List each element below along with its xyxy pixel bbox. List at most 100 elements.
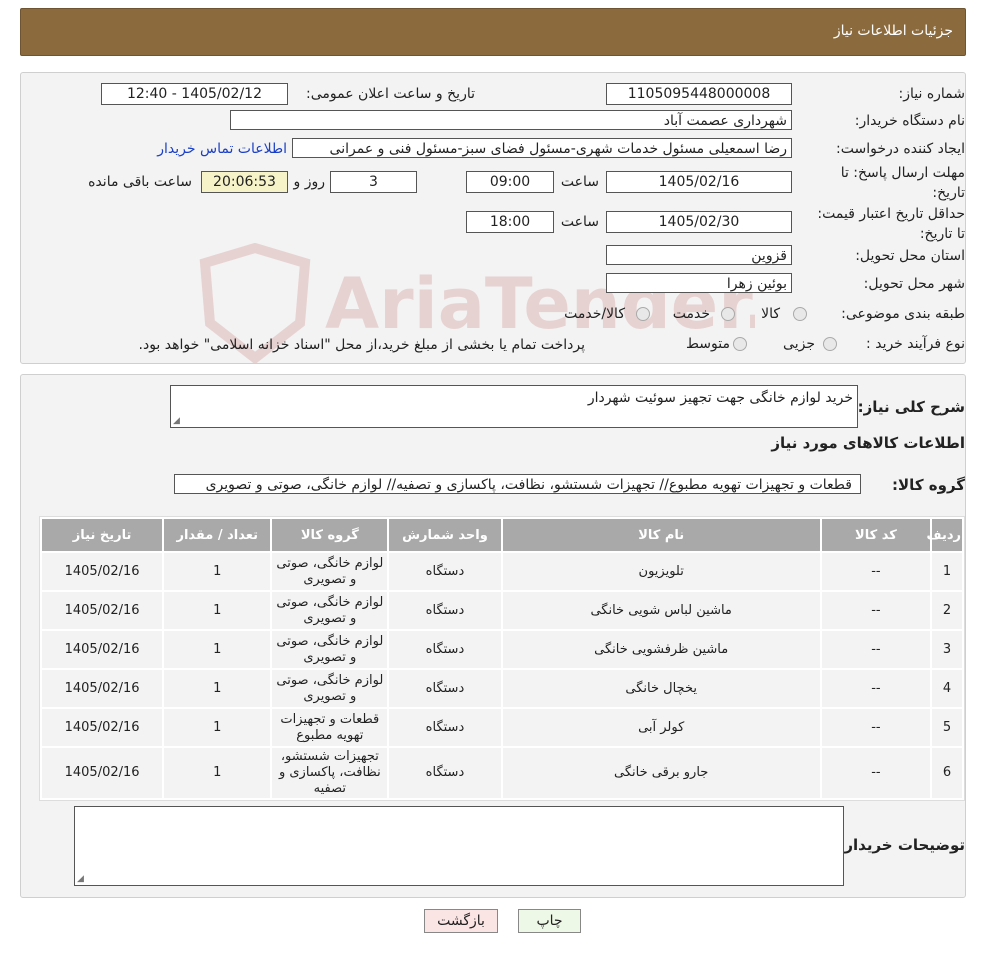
cell-name: ماشین لباس شویی خانگی — [502, 592, 820, 629]
back-button[interactable]: بازگشت — [424, 909, 498, 933]
category-option-goods-service: کالا/خدمت — [564, 306, 625, 322]
cell-row-number: 6 — [931, 748, 962, 798]
cell-unit: دستگاه — [389, 709, 501, 746]
cell-group: تجهیزات شستشو، نظافت، پاکسازی و تصفیه — [272, 748, 388, 798]
cell-row-number: 5 — [931, 709, 962, 746]
city-label: شهر محل تحویل: — [863, 276, 965, 292]
resize-handle-icon[interactable]: ◢ — [77, 874, 84, 884]
resize-handle-icon[interactable]: ◢ — [173, 416, 180, 426]
buyer-notes-label: توضیحات خریدار: — [838, 836, 965, 854]
cell-date: 1405/02/16 — [42, 670, 163, 707]
table-row: 4 -- یخچال خانگی دستگاه لوازم خانگی، صوت… — [42, 670, 962, 707]
cell-quantity: 1 — [164, 748, 271, 798]
deadline-label: مهلت ارسال پاسخ: تا تاریخ: — [840, 165, 965, 201]
table-row: 2 -- ماشین لباس شویی خانگی دستگاه لوازم … — [42, 592, 962, 629]
col-header-unit: واحد شمارش — [389, 519, 501, 551]
cell-code: -- — [821, 631, 930, 668]
cell-code: -- — [821, 748, 930, 798]
days-field: 3 — [330, 171, 417, 193]
cell-name: کولر آبی — [502, 709, 820, 746]
table-row: 1 -- تلویزیون دستگاه لوازم خانگی، صوتی و… — [42, 553, 962, 590]
category-label: طبقه بندی موضوعی: — [841, 306, 965, 322]
cell-name: ماشین ظرفشویی خانگی — [502, 631, 820, 668]
category-radio-goods[interactable] — [793, 307, 807, 321]
goods-table: ردیف کد کالا نام کالا واحد شمارش گروه کا… — [39, 516, 965, 801]
cell-date: 1405/02/16 — [42, 553, 163, 590]
remaining-time-field: 20:06:53 — [201, 171, 288, 193]
cell-unit: دستگاه — [389, 670, 501, 707]
goods-group-field: قطعات و تجهیزات تهویه مطبوع// تجهیزات شس… — [174, 474, 861, 494]
requester-field: رضا اسمعیلی مسئول خدمات شهری-مسئول فضای … — [292, 138, 792, 158]
cell-quantity: 1 — [164, 709, 271, 746]
cell-name: جارو برقی خانگی — [502, 748, 820, 798]
cell-code: -- — [821, 592, 930, 629]
announce-label: تاریخ و ساعت اعلان عمومی: — [306, 86, 475, 102]
description-field: خرید لوازم خانگی جهت تجهیز سوئیت شهردار … — [170, 385, 858, 428]
category-radio-goods-service[interactable] — [636, 307, 650, 321]
need-number-field: 1105095448000008 — [606, 83, 792, 105]
cell-row-number: 4 — [931, 670, 962, 707]
cell-date: 1405/02/16 — [42, 748, 163, 798]
cell-group: لوازم خانگی، صوتی و تصویری — [272, 553, 388, 590]
buyer-notes-field[interactable]: ◢ — [74, 806, 844, 886]
remaining-label: ساعت باقی مانده — [88, 174, 192, 190]
validity-hour-label: ساعت — [560, 214, 599, 230]
cell-code: -- — [821, 709, 930, 746]
process-radio-minor[interactable] — [823, 337, 837, 351]
cell-name: تلویزیون — [502, 553, 820, 590]
cell-row-number: 1 — [931, 553, 962, 590]
cell-name: یخچال خانگی — [502, 670, 820, 707]
cell-quantity: 1 — [164, 670, 271, 707]
table-row: 6 -- جارو برقی خانگی دستگاه تجهیزات شستش… — [42, 748, 962, 798]
category-option-goods: کالا — [761, 306, 780, 322]
cell-group: لوازم خانگی، صوتی و تصویری — [272, 592, 388, 629]
cell-row-number: 2 — [931, 592, 962, 629]
cell-unit: دستگاه — [389, 592, 501, 629]
category-option-service: خدمت — [672, 306, 710, 322]
cell-unit: دستگاه — [389, 631, 501, 668]
province-label: استان محل تحویل: — [855, 248, 965, 264]
cell-unit: دستگاه — [389, 748, 501, 798]
contact-info-link[interactable]: اطلاعات تماس خریدار — [157, 141, 287, 157]
process-option-medium: متوسط — [686, 336, 730, 352]
process-radio-medium[interactable] — [733, 337, 747, 351]
col-header-date: تاریخ نیاز — [42, 519, 163, 551]
process-label: نوع فرآیند خرید : — [866, 336, 965, 352]
cell-unit: دستگاه — [389, 553, 501, 590]
table-row: 3 -- ماشین ظرفشویی خانگی دستگاه لوازم خا… — [42, 631, 962, 668]
deadline-time-field: 09:00 — [466, 171, 554, 193]
col-header-row-number: ردیف — [926, 519, 962, 551]
col-header-code: کد کالا — [821, 519, 930, 551]
deadline-hour-label: ساعت — [560, 174, 599, 190]
city-field: بوئین زهرا — [606, 273, 792, 293]
cell-quantity: 1 — [164, 592, 271, 629]
col-header-name: نام کالا — [502, 519, 820, 551]
cell-quantity: 1 — [164, 631, 271, 668]
description-text: خرید لوازم خانگی جهت تجهیز سوئیت شهردار — [587, 390, 853, 406]
payment-note: پرداخت تمام یا بخشی از مبلغ خرید،از محل … — [138, 337, 585, 353]
print-button[interactable]: چاپ — [518, 909, 581, 933]
category-radio-service[interactable] — [721, 307, 735, 321]
validity-time-field: 18:00 — [466, 211, 554, 233]
validity-date-field: 1405/02/30 — [606, 211, 792, 233]
announce-field: 1405/02/12 - 12:40 — [101, 83, 288, 105]
cell-quantity: 1 — [164, 553, 271, 590]
cell-date: 1405/02/16 — [42, 592, 163, 629]
cell-group: قطعات و تجهیزات تهویه مطبوع — [272, 709, 388, 746]
buyer-org-field: شهرداری عصمت آباد — [230, 110, 792, 130]
cell-group: لوازم خانگی، صوتی و تصویری — [272, 631, 388, 668]
cell-group: لوازم خانگی، صوتی و تصویری — [272, 670, 388, 707]
deadline-date-field: 1405/02/16 — [606, 171, 792, 193]
page-header: جزئیات اطلاعات نیاز — [20, 8, 966, 56]
need-number-label: شماره نیاز: — [898, 86, 966, 102]
validity-label: حداقل تاریخ اعتبار قیمت: تا تاریخ: — [817, 206, 965, 242]
table-row: 5 -- کولر آبی دستگاه قطعات و تجهیزات تهو… — [42, 709, 962, 746]
page-title: جزئیات اطلاعات نیاز — [833, 23, 953, 39]
requester-label: ایجاد کننده درخواست: — [836, 141, 965, 157]
description-label: شرح کلی نیاز: — [857, 398, 965, 416]
table-header-row: ردیف کد کالا نام کالا واحد شمارش گروه کا… — [42, 519, 962, 551]
process-option-minor: جزیی — [783, 336, 815, 352]
cell-code: -- — [821, 670, 930, 707]
buyer-org-label: نام دستگاه خریدار: — [854, 113, 965, 129]
col-header-group: گروه کالا — [272, 519, 388, 551]
